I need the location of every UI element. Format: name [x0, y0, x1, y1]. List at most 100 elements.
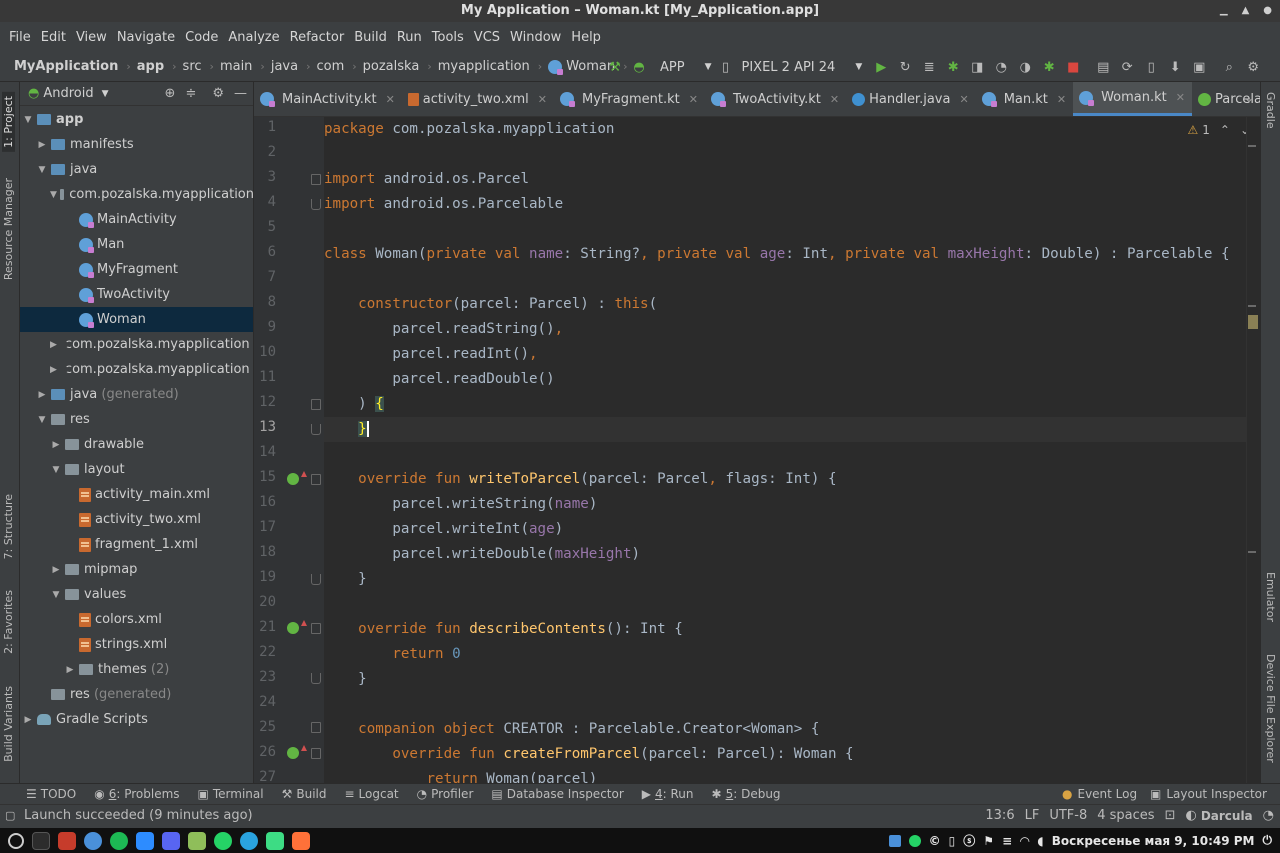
breadcrumb-main[interactable]: main	[220, 59, 254, 74]
keyboard-layout-icon[interactable]: ≡	[1002, 834, 1012, 848]
menu-window[interactable]: Window	[505, 30, 566, 45]
menu-run[interactable]: Run	[392, 30, 427, 45]
profile-icon[interactable]: ◔	[990, 56, 1012, 78]
tree-item-res-generated[interactable]: res (generated)	[20, 682, 253, 707]
layout-inspector-icon[interactable]: ▣	[1188, 56, 1210, 78]
menu-code[interactable]: Code	[180, 30, 223, 45]
tree-item-mipmap[interactable]: ▶ mipmap	[20, 557, 253, 582]
power-icon[interactable]: ⏻	[1263, 833, 1273, 848]
search-icon[interactable]: ⌕	[1218, 56, 1240, 78]
battery-icon[interactable]: ▯	[949, 834, 956, 848]
gear-icon[interactable]: ⚙	[212, 86, 224, 101]
fold-marker-icon[interactable]	[311, 174, 321, 185]
chevron-down-icon[interactable]: ▼	[36, 415, 48, 425]
maximize-icon[interactable]: ▲	[1242, 0, 1250, 22]
theme-switcher[interactable]: ◐ Darcula	[1185, 808, 1252, 823]
fold-marker-icon[interactable]	[311, 399, 321, 410]
chevron-right-icon[interactable]: ▶	[22, 715, 34, 725]
panel-toggle-icon[interactable]: ▢	[5, 809, 15, 822]
indent-setting[interactable]: 4 spaces	[1097, 808, 1154, 823]
attach-icon[interactable]: ✱	[1038, 56, 1060, 78]
tab-gradle[interactable]: Gradle	[1264, 92, 1277, 129]
hammer-icon[interactable]: ⚒	[604, 56, 626, 78]
tree-item-gradle-scripts[interactable]: ▶ Gradle Scripts	[20, 707, 253, 732]
tree-item-layout[interactable]: ▼ layout	[20, 457, 253, 482]
menu-navigate[interactable]: Navigate	[112, 30, 180, 45]
tree-item-app[interactable]: ▼ app	[20, 107, 253, 132]
tab-man[interactable]: Man.kt ✕	[976, 82, 1073, 116]
project-structure-icon[interactable]: ▤	[1092, 56, 1114, 78]
run-tab[interactable]: ▶ 4: Run	[642, 787, 694, 801]
debug-tab[interactable]: ✱ 5: Debug	[712, 787, 781, 801]
tree-item-package[interactable]: ▼ com.pozalska.myapplication	[20, 182, 253, 207]
rerun-icon[interactable]: ↻	[894, 56, 916, 78]
sync-gradle-icon[interactable]: ⟳	[1116, 56, 1138, 78]
tree-item-package-test[interactable]: ▶com.pozalska.myapplication (	[20, 332, 253, 357]
build-tab[interactable]: ⚒ Build	[282, 787, 327, 801]
project-view-select[interactable]: Android	[43, 86, 93, 101]
menu-tools[interactable]: Tools	[427, 30, 469, 45]
files-icon[interactable]	[188, 831, 206, 850]
tab-twoactivity[interactable]: TwoActivity.kt ✕	[705, 82, 846, 116]
close-icon[interactable]: ●	[1263, 0, 1272, 22]
tree-item-drawable[interactable]: ▶ drawable	[20, 432, 253, 457]
override-method-icon[interactable]	[287, 471, 307, 485]
tree-item-mainactivity[interactable]: MainActivity	[20, 207, 253, 232]
lock-icon[interactable]: ⊡	[1165, 808, 1176, 823]
copyright-icon[interactable]: ©	[929, 834, 941, 848]
close-icon[interactable]: ✕	[538, 93, 547, 106]
close-icon[interactable]: ✕	[959, 93, 968, 106]
whatsapp-icon[interactable]	[214, 831, 232, 850]
fold-marker-icon[interactable]	[311, 474, 321, 485]
menu-file[interactable]: File	[4, 30, 36, 45]
logcat-tab[interactable]: ≡ Logcat	[344, 787, 398, 801]
event-log-tab[interactable]: ● Event Log	[1062, 787, 1137, 801]
stop-icon[interactable]: ■	[1062, 56, 1084, 78]
problems-tab[interactable]: ◉ 6: Problems	[94, 787, 179, 801]
line-separator[interactable]: LF	[1025, 808, 1040, 823]
tab-mainactivity[interactable]: MainActivity.kt ✕	[254, 82, 402, 116]
sdk-manager-icon[interactable]: ⬇	[1164, 56, 1186, 78]
override-method-icon[interactable]	[287, 745, 307, 759]
terminal-tab[interactable]: ▣ Terminal	[198, 787, 264, 801]
firefox-icon[interactable]	[292, 831, 310, 850]
zoom-icon[interactable]	[136, 831, 154, 850]
tree-item-twoactivity[interactable]: TwoActivity	[20, 282, 253, 307]
tree-item-activity-two[interactable]: activity_two.xml	[20, 507, 253, 532]
wifi-icon[interactable]: ◠	[1020, 834, 1029, 848]
tab-emulator[interactable]: Emulator	[1264, 572, 1277, 622]
fold-marker-icon[interactable]	[311, 424, 321, 435]
tab-myfragment[interactable]: MyFragment.kt ✕	[554, 82, 705, 116]
terminal-app-icon[interactable]	[32, 831, 50, 850]
spotify-icon[interactable]	[110, 831, 128, 850]
menu-vcs[interactable]: VCS	[469, 30, 505, 45]
menu-analyze[interactable]: Analyze	[223, 30, 284, 45]
volume-icon[interactable]: ◖	[1037, 834, 1043, 848]
tree-item-manifests[interactable]: ▶ manifests	[20, 132, 253, 157]
breadcrumb-com[interactable]: com	[316, 59, 346, 74]
breadcrumb-myapplication[interactable]: myapplication	[438, 59, 532, 74]
tree-item-myfragment[interactable]: MyFragment	[20, 257, 253, 282]
minimize-icon[interactable]: ▁	[1220, 0, 1228, 22]
tab-device-file-explorer[interactable]: Device File Explorer	[1264, 654, 1277, 763]
tab-activity-two[interactable]: activity_two.xml ✕	[402, 82, 554, 116]
tab-project[interactable]: 1: Project	[2, 92, 15, 152]
menu-help[interactable]: Help	[566, 30, 606, 45]
close-icon[interactable]: ✕	[1176, 91, 1185, 104]
breadcrumb-src[interactable]: src	[183, 59, 204, 74]
chevron-right-icon[interactable]: ▶	[36, 390, 48, 400]
chevron-down-icon[interactable]: ▼	[50, 590, 62, 600]
breadcrumb-project[interactable]: MyApplication	[14, 59, 120, 74]
coverage-icon[interactable]: ◑	[1014, 56, 1036, 78]
chevron-right-icon[interactable]: ▶	[50, 340, 57, 350]
file-encoding[interactable]: UTF-8	[1049, 808, 1087, 823]
code-editor[interactable]: 1 2 3 4 5 6 7 8 9 10 11 12 13 14 15 16 1…	[254, 117, 1260, 783]
flag-icon[interactable]: ⚑	[983, 834, 994, 848]
apply-changes-icon[interactable]: ≣	[918, 56, 940, 78]
locate-icon[interactable]: ⊕	[165, 86, 176, 101]
breadcrumb-module[interactable]: app	[137, 59, 166, 74]
avd-manager-icon[interactable]: ▯	[1140, 56, 1162, 78]
android-studio-icon[interactable]	[266, 831, 284, 850]
chevron-down-icon[interactable]: ▼	[50, 190, 57, 200]
chevron-up-icon[interactable]: ⌃	[1220, 123, 1230, 137]
